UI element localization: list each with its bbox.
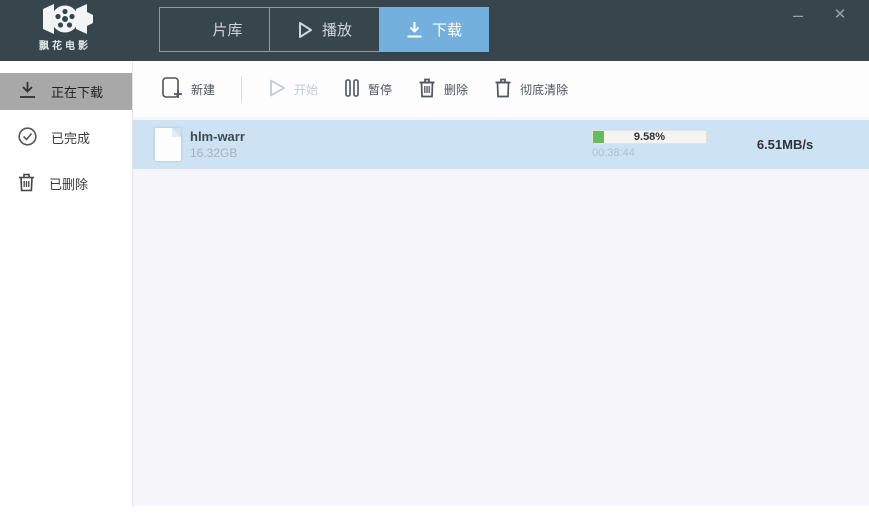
sidebar-item-label: 正在下载 (51, 85, 104, 100)
trash-icon (18, 173, 35, 195)
main-nav-tabs: 片库 播放 下载 (159, 7, 489, 52)
download-size: 16.32GB (190, 146, 238, 160)
sidebar-item-label: 已完成 (51, 131, 91, 146)
tool-label: 彻底清除 (520, 82, 569, 97)
pause-icon (344, 78, 360, 101)
app-logo: 飘花电影 (26, 2, 104, 52)
progress-bar: 9.58% (592, 130, 707, 144)
downloading-icon (18, 81, 37, 102)
download-toolbar: 新建 开始 暂停 删除 彻底清除 (133, 61, 869, 117)
app-window: 飘花电影 片库 播放 下载 – ✕ 正在下载 已完成 已删除 新建 开始 暂停 … (0, 0, 869, 513)
main-panel: 新建 开始 暂停 删除 彻底清除 hlm-warr 16.32GB 9.58% … (133, 61, 869, 506)
app-logo-text: 飘花电影 (39, 41, 91, 52)
download-row[interactable]: hlm-warr 16.32GB 9.58% 00:38:44 6.51MB/s (133, 120, 869, 169)
download-list-empty-area (133, 169, 869, 506)
tab-label: 片库 (212, 22, 243, 39)
tab-download[interactable]: 下载 (379, 7, 489, 52)
play-icon (297, 21, 313, 39)
download-speed: 6.51MB/s (756, 137, 814, 152)
toolbar-divider (241, 76, 243, 102)
tool-label: 暂停 (368, 82, 393, 97)
download-info: hlm-warr 16.32GB (190, 129, 245, 160)
progress-percent: 9.58% (633, 131, 666, 143)
delete-icon (418, 78, 436, 101)
close-button[interactable]: ✕ (829, 4, 851, 26)
tool-label: 开始 (294, 82, 319, 97)
sidebar-item-downloading[interactable]: 正在下载 (0, 73, 132, 110)
sidebar-item-completed[interactable]: 已完成 (0, 119, 132, 156)
pause-button[interactable]: 暂停 (344, 78, 392, 101)
tab-label: 下载 (431, 22, 462, 39)
progress-column: 9.58% 00:38:44 (592, 130, 707, 159)
tab-play[interactable]: 播放 (269, 7, 379, 52)
start-icon (268, 78, 286, 101)
tab-label: 播放 (321, 22, 352, 39)
download-name: hlm-warr (190, 129, 245, 144)
tool-label: 删除 (444, 82, 469, 97)
purge-button[interactable]: 彻底清除 (494, 78, 568, 101)
file-icon (155, 128, 181, 161)
download-icon (406, 21, 423, 38)
library-menu-icon (186, 26, 203, 34)
bottom-strip (0, 506, 869, 513)
sidebar-item-label: 已删除 (49, 177, 89, 192)
new-task-button[interactable]: 新建 (161, 76, 215, 103)
sidebar: 正在下载 已完成 已删除 (0, 61, 133, 506)
start-button[interactable]: 开始 (268, 78, 318, 101)
minimize-button[interactable]: – (787, 4, 809, 26)
tab-library[interactable]: 片库 (159, 7, 269, 52)
check-circle-icon (18, 126, 37, 149)
delete-button[interactable]: 删除 (418, 78, 468, 101)
sidebar-item-deleted[interactable]: 已删除 (0, 165, 132, 202)
title-bar: 飘花电影 片库 播放 下载 – ✕ (0, 0, 869, 61)
body-area: 正在下载 已完成 已删除 新建 开始 暂停 删除 彻底清除 hlm-warr 1… (0, 61, 869, 506)
movie-camera-icon (26, 2, 104, 36)
purge-icon (494, 78, 512, 101)
new-task-icon (161, 76, 183, 103)
tool-label: 新建 (191, 82, 216, 97)
download-time: 00:38:44 (592, 147, 635, 159)
window-controls: – ✕ (787, 4, 851, 26)
